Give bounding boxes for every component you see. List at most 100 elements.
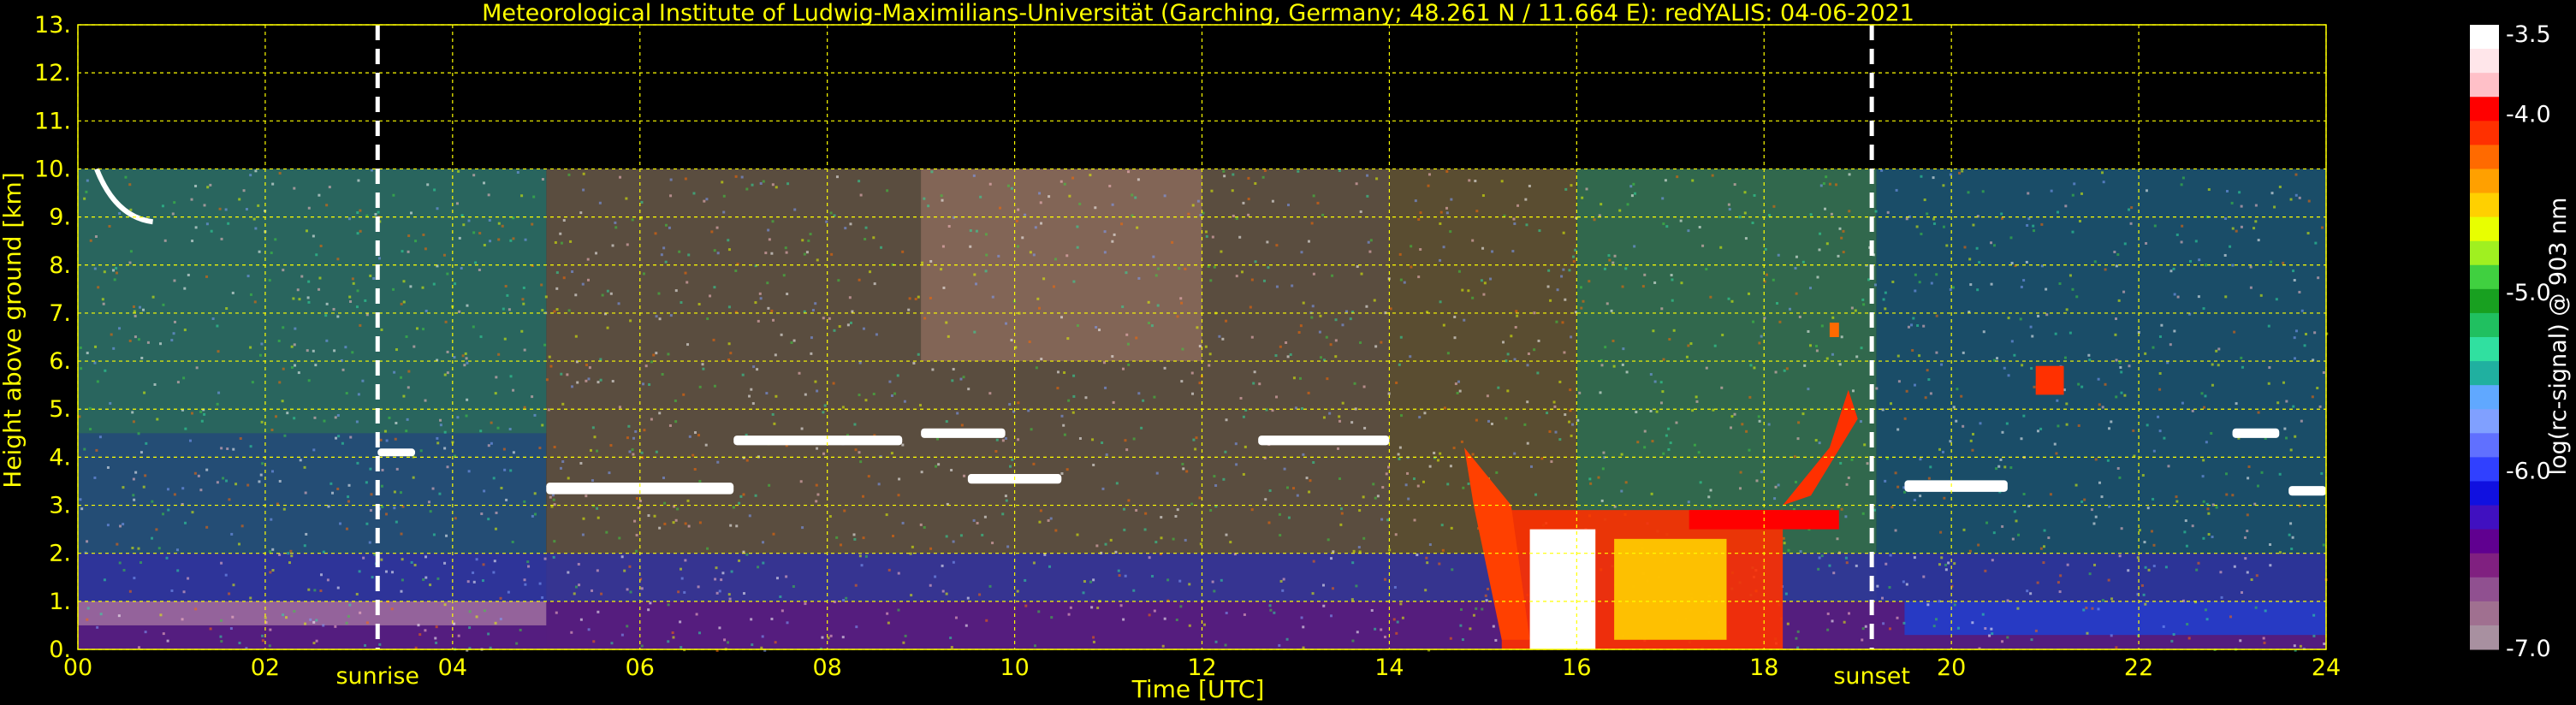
noise-speck: [421, 286, 424, 289]
noise-speck: [307, 588, 311, 591]
noise-speck: [1267, 521, 1271, 524]
y-tick-label: 4.: [49, 444, 71, 471]
noise-speck: [2298, 196, 2301, 199]
noise-speck: [1512, 217, 1516, 221]
noise-speck: [2042, 545, 2045, 548]
noise-speck: [727, 342, 731, 346]
noise-speck: [1748, 395, 1752, 399]
noise-speck: [2180, 183, 2183, 187]
noise-speck: [2157, 415, 2160, 418]
noise-speck: [1151, 574, 1154, 578]
noise-speck: [727, 641, 730, 644]
noise-speck: [1461, 638, 1464, 642]
colorbar-segment: [2470, 73, 2499, 98]
noise-speck: [167, 508, 170, 512]
noise-speck: [632, 436, 635, 440]
noise-speck: [649, 601, 652, 605]
colorbar-segment: [2470, 49, 2499, 74]
noise-speck: [225, 307, 229, 311]
noise-speck: [800, 427, 804, 430]
noise-speck: [1275, 244, 1279, 247]
noise-speck: [318, 193, 321, 197]
noise-speck: [1083, 580, 1086, 584]
noise-speck: [1890, 506, 1894, 509]
noise-speck: [1896, 354, 1900, 358]
noise-speck: [2010, 340, 2014, 343]
noise-speck: [2122, 290, 2126, 293]
noise-speck: [1911, 349, 1914, 352]
noise-speck: [799, 480, 803, 483]
noise-speck: [1373, 299, 1376, 302]
noise-speck: [1111, 355, 1114, 358]
noise-speck: [1367, 240, 1370, 244]
noise-speck: [2118, 361, 2122, 364]
noise-speck: [108, 225, 111, 228]
noise-speck: [1131, 193, 1134, 197]
noise-speck: [712, 338, 715, 341]
noise-speck: [1154, 274, 1158, 277]
cloud-layer: [2288, 486, 2326, 496]
noise-speck: [897, 572, 900, 575]
noise-speck: [1004, 495, 1007, 498]
noise-speck: [2207, 532, 2211, 536]
noise-speck: [1738, 216, 1742, 219]
noise-speck: [424, 576, 428, 579]
noise-speck: [1622, 347, 1625, 351]
noise-speck: [324, 314, 328, 317]
noise-speck: [1701, 244, 1705, 247]
noise-speck: [697, 585, 700, 589]
noise-speck: [1860, 347, 1863, 350]
noise-speck: [2217, 347, 2221, 351]
noise-speck: [1984, 626, 1987, 630]
noise-speck: [183, 287, 187, 290]
noise-speck: [2211, 383, 2214, 387]
noise-speck: [864, 399, 868, 402]
noise-speck: [2017, 533, 2021, 536]
y-tick-label: 10.: [34, 156, 71, 182]
noise-speck: [784, 246, 787, 250]
noise-speck: [1366, 194, 1369, 198]
noise-speck: [2312, 634, 2316, 637]
noise-speck: [2115, 646, 2118, 649]
noise-speck: [2101, 406, 2104, 409]
noise-speck: [161, 204, 164, 208]
noise-speck: [2104, 268, 2107, 271]
noise-speck: [1067, 613, 1071, 616]
noise-speck: [2201, 475, 2205, 478]
noise-speck: [1460, 440, 1463, 443]
noise-speck: [779, 595, 782, 598]
noise-speck: [2034, 629, 2038, 632]
noise-speck: [1071, 411, 1075, 414]
noise-speck: [722, 210, 726, 214]
noise-speck: [282, 269, 285, 272]
boundary-layer-core: [1529, 529, 1596, 649]
noise-speck: [384, 570, 388, 573]
noise-speck: [1412, 477, 1416, 481]
noise-speck: [1523, 423, 1527, 426]
noise-speck: [1866, 462, 1869, 465]
noise-speck: [228, 592, 231, 595]
noise-speck: [2267, 382, 2270, 385]
noise-speck: [548, 355, 551, 358]
noise-speck: [628, 450, 632, 453]
noise-speck: [219, 635, 223, 638]
noise-speck: [541, 424, 544, 427]
noise-speck: [1978, 261, 1981, 264]
noise-speck: [774, 353, 777, 357]
noise-speck: [2293, 336, 2296, 340]
noise-speck: [1969, 283, 1973, 287]
noise-speck: [457, 169, 460, 173]
noise-speck: [2273, 205, 2276, 209]
noise-speck: [600, 592, 603, 595]
noise-speck: [627, 424, 631, 428]
noise-speck: [282, 507, 286, 511]
noise-speck: [1689, 342, 1693, 346]
noise-speck: [1536, 371, 1540, 375]
noise-speck: [1924, 396, 1927, 400]
noise-speck: [766, 281, 769, 285]
noise-speck: [1054, 529, 1058, 532]
noise-speck: [479, 335, 483, 339]
noise-speck: [344, 346, 347, 349]
noise-speck: [1254, 181, 1257, 185]
noise-speck: [1268, 604, 1272, 607]
